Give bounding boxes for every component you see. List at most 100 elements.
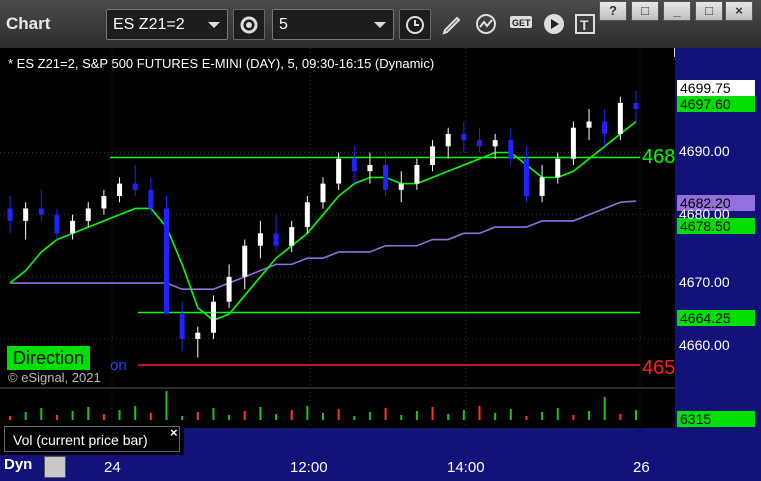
price-tag: 4664.25 [677, 310, 755, 326]
watermark: © eSignal, 2021 [8, 370, 101, 385]
candle-body [602, 121, 608, 134]
volume-bar [87, 407, 90, 420]
dynamic-toggle-button[interactable] [44, 456, 66, 478]
candle-body [70, 220, 76, 234]
candle-body [523, 158, 529, 197]
level-lines [110, 156, 640, 366]
volume-bar [118, 410, 121, 420]
text-icon[interactable]: T [570, 9, 602, 40]
volume-bar [368, 412, 371, 420]
get-icon[interactable]: GET [505, 9, 537, 40]
interval-select[interactable]: 5 [272, 9, 394, 40]
volume-bar [494, 413, 497, 420]
moving-averages [9, 120, 637, 322]
volume-bar [478, 406, 481, 420]
candle-body [148, 189, 154, 209]
red-level-label: 465 [642, 357, 676, 379]
candle-body [570, 127, 576, 159]
close-icon[interactable]: × [170, 425, 178, 440]
volume-panel-label[interactable]: Vol (current price bar) [4, 426, 180, 452]
interval-value: 5 [279, 16, 288, 33]
volume-bar [102, 414, 105, 420]
symbol-value: ES Z21=2 [113, 16, 185, 33]
candle-body [164, 208, 169, 315]
maximize-button[interactable]: □ [695, 1, 723, 21]
candle-body [445, 133, 451, 147]
candle-body [23, 208, 29, 221]
volume-bar [149, 413, 152, 420]
candle-body [508, 140, 514, 159]
volume-bar [24, 412, 27, 420]
volume-bar [384, 408, 387, 420]
candle-body [617, 102, 623, 134]
chart-window-title: Chart [6, 14, 51, 33]
price-tag: 4697.60 [677, 96, 755, 112]
help-button[interactable]: ? [599, 1, 627, 21]
volume-bar [71, 411, 74, 420]
volume-bar [275, 414, 278, 420]
dynamic-label: Dyn [4, 456, 33, 473]
price-chart[interactable] [0, 48, 761, 481]
candle-body [257, 233, 263, 246]
volume-bar [400, 415, 403, 420]
volume-bar [541, 412, 544, 420]
candle-body [304, 202, 310, 228]
candle-body [7, 208, 13, 221]
volume-bar [635, 410, 637, 420]
chevron-down-icon [208, 22, 220, 28]
volume-panel-fill [184, 428, 675, 455]
play-icon[interactable] [539, 9, 571, 40]
study-icon[interactable] [471, 9, 503, 40]
chevron-down-icon [374, 22, 386, 28]
candle-body [85, 208, 91, 221]
candle-body [226, 276, 232, 302]
candles [7, 90, 639, 358]
volume-bars [9, 391, 637, 420]
direction-label[interactable]: Direction [7, 346, 91, 370]
volume-bar [290, 410, 293, 420]
volume-bar [212, 408, 215, 420]
volume-bar [525, 416, 528, 420]
chart-header: * ES Z21=2, S&P 500 FUTURES E-MINI (DAY)… [8, 56, 435, 71]
candle-body [179, 314, 185, 339]
y-tick-label: 4690.00 [679, 143, 730, 159]
volume-axis [675, 428, 761, 455]
volume-bar [588, 411, 591, 420]
settings-gear-icon[interactable] [233, 9, 265, 40]
volume-bar [322, 413, 324, 420]
toolbar: Chart ES Z21=2 5 GET T ? □ _ □ × [0, 0, 761, 48]
candle-body [101, 196, 107, 209]
x-tick-label: 12:00 [290, 459, 328, 476]
volume-bar [40, 408, 43, 420]
candle-body [242, 245, 248, 277]
grid [0, 48, 675, 455]
minimize-button[interactable]: _ [663, 1, 691, 21]
volume-bar [181, 416, 184, 420]
green-level-label: 468 [642, 146, 676, 168]
y-tick-label: 4670.00 [679, 274, 730, 290]
volume-bar [572, 415, 575, 420]
volume-bar [447, 414, 450, 420]
candle-body [289, 227, 295, 246]
volume-bar [228, 415, 231, 420]
x-tick-label: 14:00 [447, 459, 485, 476]
close-button[interactable]: × [725, 1, 753, 21]
candle-body [210, 301, 216, 333]
symbol-select[interactable]: ES Z21=2 [106, 9, 228, 40]
restore-button[interactable]: □ [631, 1, 659, 21]
volume-bar [9, 416, 11, 420]
volume-bar [509, 409, 512, 420]
x-tick-label: 26 [633, 459, 650, 476]
candle-body [555, 158, 561, 178]
candle-body [54, 214, 60, 234]
svg-text:T: T [580, 17, 589, 33]
volume-bar [337, 409, 340, 420]
pencil-icon[interactable] [436, 9, 468, 40]
clock-icon[interactable] [399, 9, 431, 40]
volume-bar [243, 411, 246, 420]
y-tick-label: 4680.00 [679, 206, 730, 222]
candle-body [320, 183, 326, 203]
price-tag: 6315 [677, 411, 755, 427]
candle-body [117, 183, 123, 197]
candle-body [336, 158, 342, 184]
